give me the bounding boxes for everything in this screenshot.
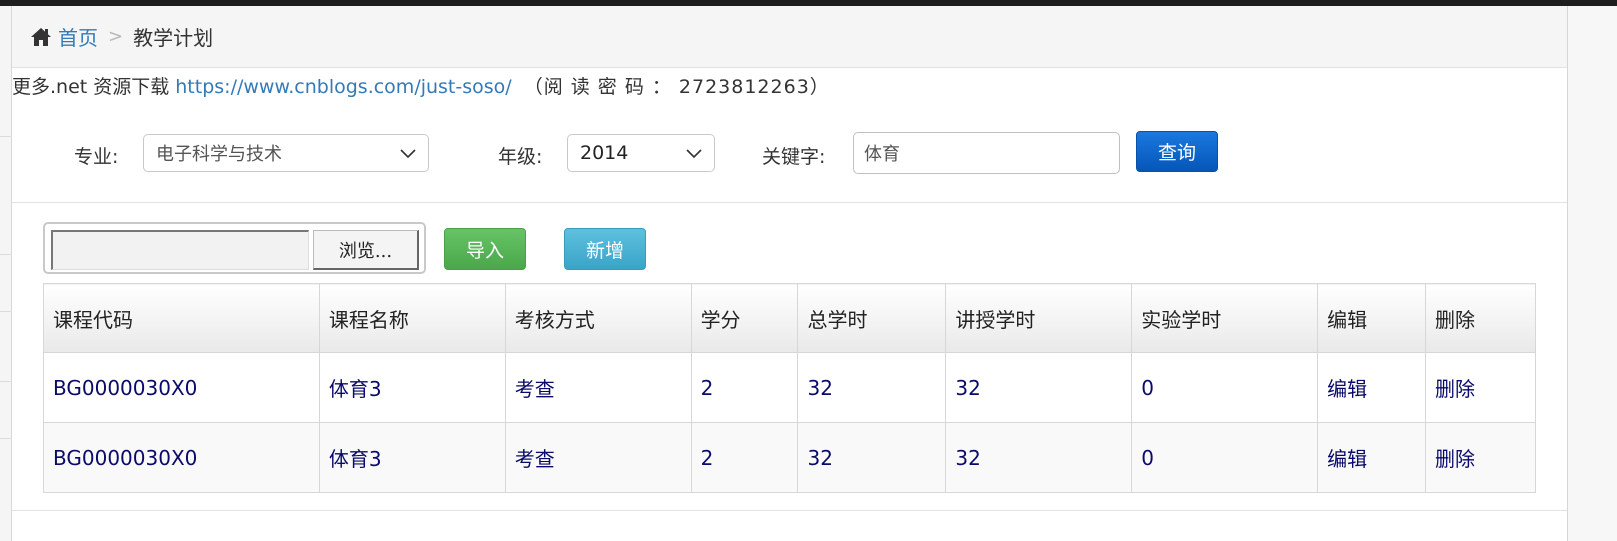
- query-button[interactable]: 查询: [1136, 131, 1218, 172]
- cell-assessment: 考查: [504, 352, 692, 423]
- cell-assessment: 考查: [504, 422, 692, 493]
- cell-course-name: 体育3: [318, 422, 506, 493]
- col-header-assessment: 考核方式: [504, 283, 692, 353]
- edit-link[interactable]: 编辑: [1317, 422, 1426, 493]
- col-header-edit: 编辑: [1317, 283, 1426, 353]
- home-icon: [31, 27, 51, 46]
- cell-credits: 2: [690, 352, 799, 423]
- grade-select[interactable]: 2014: [567, 134, 715, 172]
- table-row: BG0000030X0 体育3 考查 2 32 32 0 编辑 删除: [43, 422, 1536, 493]
- action-bar: 浏览... 导入 新增: [12, 218, 1567, 278]
- col-header-lab-hours: 实验学时: [1131, 283, 1319, 353]
- table-row: BG0000030X0 体育3 考查 2 32 32 0 编辑 删除: [43, 352, 1536, 423]
- col-header-delete: 删除: [1425, 283, 1536, 353]
- breadcrumb-home-link[interactable]: 首页: [58, 22, 98, 51]
- major-label: 专业:: [74, 146, 119, 168]
- table-header-row: 课程代码 课程名称 考核方式 学分 总学时 讲授学时 实验学时 编辑 删除: [43, 283, 1536, 353]
- add-button[interactable]: 新增: [564, 228, 646, 270]
- cell-lab-hours: 0: [1131, 352, 1319, 423]
- cell-course-name: 体育3: [318, 352, 506, 423]
- major-select[interactable]: 电子科学与技术: [143, 134, 429, 172]
- col-header-total-hours: 总学时: [797, 283, 947, 353]
- cell-lecture-hours: 32: [945, 422, 1133, 493]
- cell-course-code: BG0000030X0: [43, 352, 320, 423]
- major-select-value: 电子科学与技术: [156, 144, 282, 165]
- keyword-label: 关键字:: [762, 146, 826, 168]
- file-upload[interactable]: 浏览...: [43, 222, 426, 274]
- download-notice: 更多.net 资源下载 https://www.cnblogs.com/just-…: [12, 72, 830, 99]
- cell-lecture-hours: 32: [945, 352, 1133, 423]
- bottom-divider: [12, 510, 1567, 511]
- breadcrumb: 首页 > 教学计划: [12, 6, 1567, 68]
- file-path-field[interactable]: [51, 230, 309, 270]
- col-header-course-name: 课程名称: [318, 283, 506, 353]
- col-header-lecture-hours: 讲授学时: [945, 283, 1133, 353]
- right-frame-strip: [1567, 6, 1617, 541]
- notice-link[interactable]: https://www.cnblogs.com/just-soso/: [175, 76, 511, 98]
- notice-prefix: 更多.net 资源下载: [12, 76, 170, 98]
- col-header-course-code: 课程代码: [43, 283, 320, 353]
- filter-bar: 专业: 电子科学与技术 年级: 2014 关键字: 查询: [12, 118, 1567, 203]
- cell-total-hours: 32: [797, 352, 947, 423]
- keyword-input[interactable]: [853, 132, 1120, 174]
- delete-link[interactable]: 删除: [1425, 352, 1536, 423]
- browse-button[interactable]: 浏览...: [313, 230, 419, 270]
- cell-course-code: BG0000030X0: [43, 422, 320, 493]
- cell-lab-hours: 0: [1131, 422, 1319, 493]
- notice-password: （阅 读 密 码 ： 2723812263）: [523, 76, 830, 98]
- edit-link[interactable]: 编辑: [1317, 352, 1426, 423]
- breadcrumb-separator: >: [108, 26, 124, 47]
- import-button[interactable]: 导入: [444, 228, 526, 270]
- cell-total-hours: 32: [797, 422, 947, 493]
- col-header-credits: 学分: [690, 283, 799, 353]
- breadcrumb-current: 教学计划: [133, 26, 214, 50]
- chevron-down-icon: [400, 149, 416, 159]
- grade-label: 年级:: [498, 146, 543, 168]
- chevron-down-icon: [686, 149, 702, 159]
- left-frame-strip: [0, 6, 12, 541]
- delete-link[interactable]: 删除: [1425, 422, 1536, 493]
- course-table: 课程代码 课程名称 考核方式 学分 总学时 讲授学时 实验学时 编辑 删除 BG…: [43, 283, 1536, 493]
- grade-select-value: 2014: [580, 142, 629, 164]
- cell-credits: 2: [690, 422, 799, 493]
